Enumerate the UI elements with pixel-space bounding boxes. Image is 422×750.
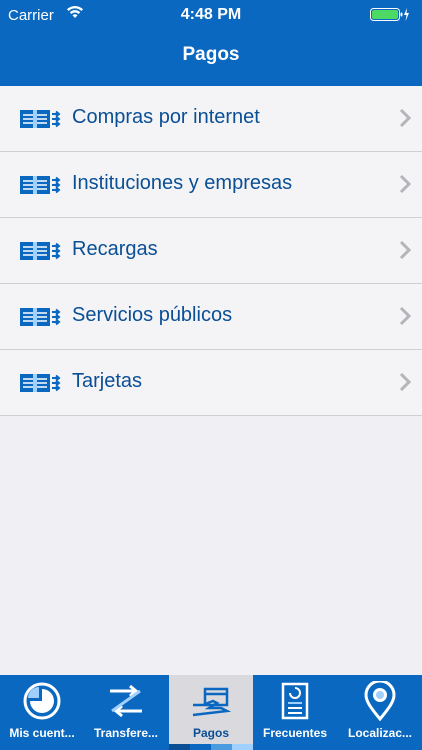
battery-icon <box>370 7 410 27</box>
tab-label: Transfere... <box>93 726 159 740</box>
payments-menu: Compras por internet Instituciones y emp… <box>0 86 422 416</box>
tab-label: Localizac... <box>347 726 413 740</box>
payment-list-icon <box>20 242 61 260</box>
menu-item-label: Recargas <box>72 238 158 260</box>
header: Carrier 4:48 PM Pagos <box>0 0 422 86</box>
chevron-right-icon <box>399 240 412 260</box>
payment-hand-icon <box>192 687 231 717</box>
pie-chart-icon <box>23 682 61 720</box>
tab-localizacion[interactable]: Localizac... <box>338 675 422 750</box>
menu-item-label: Compras por internet <box>72 106 260 128</box>
location-pin-icon <box>364 681 396 721</box>
payment-list-icon <box>20 176 61 194</box>
transfer-arrows-icon <box>110 684 142 718</box>
tab-frecuentes[interactable]: Frecuentes <box>253 675 337 750</box>
status-bar: Carrier 4:48 PM <box>0 0 422 30</box>
tab-mis-cuentas[interactable]: Mis cuent... <box>0 675 84 750</box>
menu-item-servicios-publicos[interactable]: Servicios públicos <box>0 284 422 350</box>
clock: 4:48 PM <box>180 6 242 23</box>
tab-label: Pagos <box>192 726 229 740</box>
menu-item-label: Instituciones y empresas <box>72 172 293 194</box>
tab-label: Mis cuent... <box>9 726 75 740</box>
tab-pagos[interactable]: Pagos <box>169 675 253 750</box>
menu-item-recargas[interactable]: Recargas <box>0 218 422 284</box>
chevron-right-icon <box>399 174 412 194</box>
receipt-icon <box>281 682 309 720</box>
tab-bar: Mis cuent... Transfere... Pagos Frecuent… <box>0 675 422 750</box>
chevron-right-icon <box>399 306 412 326</box>
active-tab-indicator <box>169 744 253 750</box>
tab-label: Frecuentes <box>262 726 328 740</box>
menu-item-tarjetas[interactable]: Tarjetas <box>0 350 422 416</box>
payment-list-icon <box>20 308 61 326</box>
menu-item-compras-por-internet[interactable]: Compras por internet <box>0 86 422 152</box>
chevron-right-icon <box>399 372 412 392</box>
chevron-right-icon <box>399 108 412 128</box>
page-title: Pagos <box>182 44 240 65</box>
menu-item-instituciones-y-empresas[interactable]: Instituciones y empresas <box>0 152 422 218</box>
menu-item-label: Servicios públicos <box>72 304 233 326</box>
tab-transferencias[interactable]: Transfere... <box>84 675 168 750</box>
menu-item-label: Tarjetas <box>72 370 143 392</box>
payment-list-icon <box>20 110 61 128</box>
payment-list-icon <box>20 374 61 392</box>
